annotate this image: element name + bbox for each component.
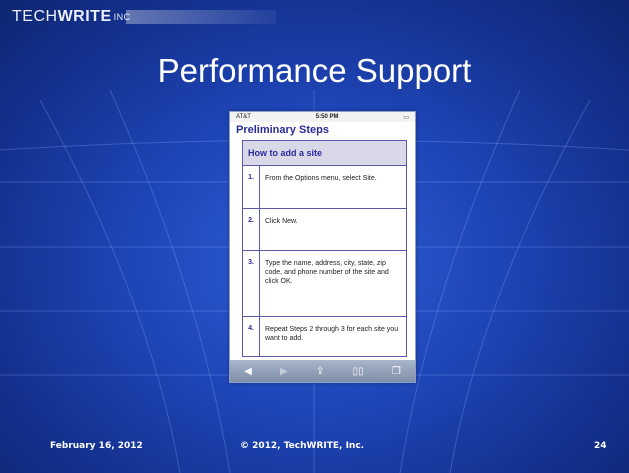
step-number: 2.	[242, 208, 260, 251]
footer-copyright: © 2012, TechWRITE, Inc.	[240, 441, 365, 451]
status-time: 5:50 PM	[315, 114, 339, 120]
table-row: 1. From the Options menu, select Site.	[242, 165, 407, 209]
carrier-label: AT&T	[236, 114, 251, 120]
step-number: 4.	[242, 316, 260, 357]
table-row: 4. Repeat Steps 2 through 3 for each sit…	[242, 316, 407, 357]
slide-title: Performance Support	[157, 52, 472, 89]
table-row: 3. Type the name, address, city, state, …	[242, 250, 407, 317]
logo-tech: TECH	[12, 8, 58, 25]
browser-toolbar: ◀ ▶ ⇪ ▯▯ ❐	[230, 360, 415, 382]
logo-write: WRITE	[57, 8, 112, 25]
step-text: Repeat Steps 2 through 3 for each site y…	[259, 316, 407, 357]
step-number: 1.	[242, 165, 260, 209]
phone-page-title: Preliminary Steps	[236, 124, 329, 136]
battery-icon: ▭	[403, 114, 409, 121]
steps-table-header: How to add a site	[242, 140, 407, 166]
step-text: Click New.	[259, 208, 407, 251]
step-text: From the Options menu, select Site.	[259, 165, 407, 209]
steps-table: How to add a site 1. From the Options me…	[242, 140, 407, 357]
footer-date: February 16, 2012	[50, 441, 143, 451]
logo-stripes	[126, 10, 276, 24]
slide: TECH WRITE INC Performance Support AT&T 5:…	[0, 0, 629, 473]
tabs-icon[interactable]: ❐	[392, 366, 401, 377]
step-text: Type the name, address, city, state, zip…	[259, 250, 407, 317]
forward-icon[interactable]: ▶	[280, 366, 288, 377]
share-icon[interactable]: ⇪	[316, 366, 324, 377]
step-number: 3.	[242, 250, 260, 317]
footer-page-number: 24	[594, 441, 607, 451]
bookmarks-icon[interactable]: ▯▯	[353, 366, 364, 377]
back-icon[interactable]: ◀	[244, 366, 252, 377]
table-row: 2. Click New.	[242, 208, 407, 251]
company-logo: TECH WRITE INC	[12, 6, 131, 28]
phone-screenshot: AT&T 5:50 PM ▭ Preliminary Steps How to …	[229, 111, 416, 383]
phone-status-bar: AT&T 5:50 PM ▭	[230, 112, 415, 122]
